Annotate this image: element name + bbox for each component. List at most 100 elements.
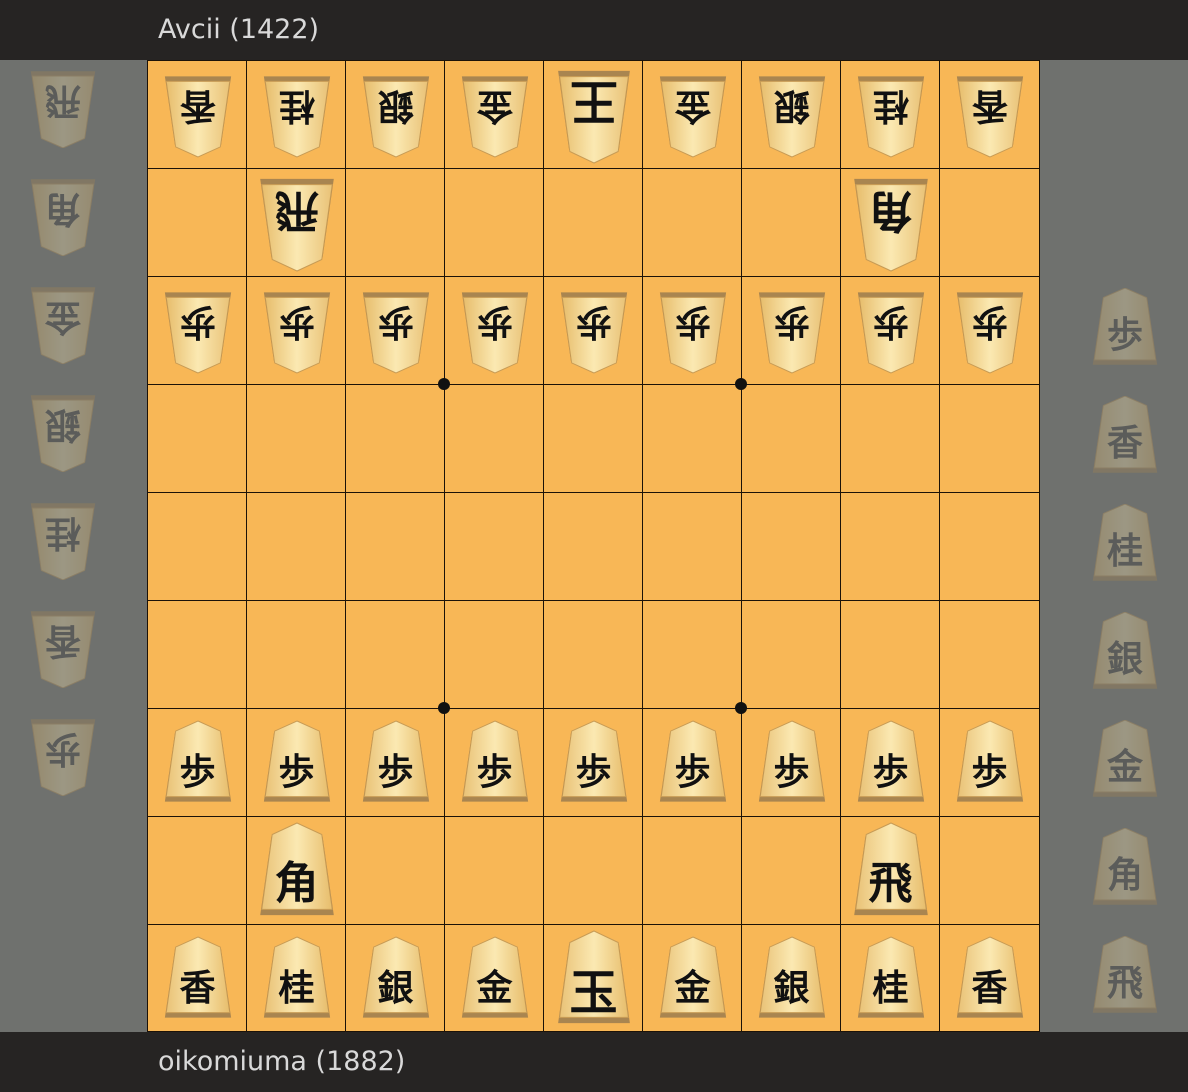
board-square[interactable] <box>346 817 445 925</box>
board-square[interactable] <box>445 493 544 601</box>
opponent-piece[interactable]: 歩 <box>148 277 247 385</box>
opponent-piece[interactable]: 飛 <box>247 169 346 277</box>
opponent-piece[interactable]: 歩 <box>544 277 643 385</box>
board-square[interactable] <box>643 385 742 493</box>
opponent-piece[interactable]: 歩 <box>940 277 1039 385</box>
piece-glyph: 歩 <box>971 751 1008 794</box>
player-hand-area: 歩香桂銀金角飛 <box>1040 60 1188 1032</box>
player-piece[interactable]: 銀 <box>742 925 841 1033</box>
board-square[interactable] <box>940 817 1039 925</box>
player-piece[interactable]: 金 <box>445 925 544 1033</box>
opponent-piece[interactable]: 歩 <box>742 277 841 385</box>
hand-piece-glyph: 桂 <box>1106 530 1143 572</box>
player-piece[interactable]: 玉 <box>544 925 643 1033</box>
opponent-piece[interactable]: 王 <box>544 61 643 169</box>
board-square[interactable] <box>148 601 247 709</box>
board-square[interactable] <box>544 493 643 601</box>
board-square[interactable] <box>643 601 742 709</box>
hand-piece-glyph: 飛 <box>45 80 82 122</box>
board-square[interactable] <box>841 601 940 709</box>
board-square[interactable] <box>742 169 841 277</box>
opponent-piece[interactable]: 桂 <box>247 61 346 169</box>
player-piece[interactable]: 銀 <box>346 925 445 1033</box>
player-piece[interactable]: 歩 <box>940 709 1039 817</box>
opponent-piece[interactable]: 金 <box>643 61 742 169</box>
hand-piece-glyph: 金 <box>45 296 82 338</box>
board-square[interactable] <box>148 169 247 277</box>
board-square[interactable] <box>148 817 247 925</box>
shogi-board[interactable]: 香桂銀金王金銀桂香飛角歩歩歩歩歩歩歩歩歩歩歩歩歩歩歩歩歩歩角飛香桂銀金玉金銀桂香 <box>147 60 1040 1033</box>
player-piece[interactable]: 角 <box>247 817 346 925</box>
player-piece[interactable]: 歩 <box>346 709 445 817</box>
piece-glyph: 角 <box>274 857 319 909</box>
board-square[interactable] <box>742 817 841 925</box>
board-square[interactable] <box>940 169 1039 277</box>
player-piece[interactable]: 桂 <box>841 925 940 1033</box>
board-square[interactable] <box>247 493 346 601</box>
board-square[interactable] <box>346 169 445 277</box>
board-square[interactable] <box>445 169 544 277</box>
board-square[interactable] <box>940 493 1039 601</box>
board-square[interactable] <box>445 385 544 493</box>
player-piece[interactable]: 歩 <box>643 709 742 817</box>
opponent-piece[interactable]: 歩 <box>247 277 346 385</box>
player-piece[interactable]: 金 <box>643 925 742 1033</box>
piece-glyph: 桂 <box>278 967 315 1010</box>
board-square[interactable] <box>346 385 445 493</box>
board-square[interactable] <box>742 601 841 709</box>
opponent-piece[interactable]: 銀 <box>346 61 445 169</box>
player-piece[interactable]: 歩 <box>742 709 841 817</box>
player-piece[interactable]: 歩 <box>544 709 643 817</box>
player-hand-piece: 角 <box>1090 827 1160 908</box>
player-piece[interactable]: 歩 <box>247 709 346 817</box>
board-square[interactable] <box>544 601 643 709</box>
board-square[interactable] <box>445 601 544 709</box>
board-square[interactable] <box>841 385 940 493</box>
opponent-piece[interactable]: 香 <box>148 61 247 169</box>
opponent-piece[interactable]: 香 <box>940 61 1039 169</box>
piece-glyph: 飛 <box>868 857 913 909</box>
board-square[interactable] <box>940 601 1039 709</box>
player-piece[interactable]: 桂 <box>247 925 346 1033</box>
opponent-piece[interactable]: 角 <box>841 169 940 277</box>
piece-glyph: 歩 <box>179 751 216 794</box>
piece-glyph: 金 <box>476 84 513 127</box>
board-square[interactable] <box>544 169 643 277</box>
board-square[interactable] <box>940 385 1039 493</box>
board-square[interactable] <box>148 385 247 493</box>
player-piece[interactable]: 香 <box>940 925 1039 1033</box>
board-square[interactable] <box>346 493 445 601</box>
player-piece[interactable]: 歩 <box>841 709 940 817</box>
piece-glyph: 金 <box>674 84 711 127</box>
opponent-hand-piece: 飛 <box>28 68 98 149</box>
piece-glyph: 玉 <box>569 964 618 1021</box>
piece-glyph: 歩 <box>575 751 612 794</box>
board-square[interactable] <box>643 817 742 925</box>
opponent-piece[interactable]: 金 <box>445 61 544 169</box>
board-square[interactable] <box>841 493 940 601</box>
opponent-piece[interactable]: 銀 <box>742 61 841 169</box>
board-square[interactable] <box>346 601 445 709</box>
board-square[interactable] <box>148 493 247 601</box>
board-square[interactable] <box>643 493 742 601</box>
player-hand-piece: 歩 <box>1090 287 1160 368</box>
player-hand-piece: 桂 <box>1090 503 1160 584</box>
player-piece[interactable]: 香 <box>148 925 247 1033</box>
board-square[interactable] <box>445 817 544 925</box>
board-square[interactable] <box>247 601 346 709</box>
board-square[interactable] <box>247 385 346 493</box>
opponent-piece[interactable]: 歩 <box>841 277 940 385</box>
board-square[interactable] <box>643 169 742 277</box>
opponent-piece[interactable]: 歩 <box>346 277 445 385</box>
board-square[interactable] <box>544 817 643 925</box>
player-piece[interactable]: 飛 <box>841 817 940 925</box>
board-square[interactable] <box>742 385 841 493</box>
opponent-piece[interactable]: 歩 <box>445 277 544 385</box>
player-piece[interactable]: 歩 <box>445 709 544 817</box>
board-square[interactable] <box>544 385 643 493</box>
player-piece[interactable]: 歩 <box>148 709 247 817</box>
opponent-piece[interactable]: 桂 <box>841 61 940 169</box>
opponent-piece[interactable]: 歩 <box>643 277 742 385</box>
piece-glyph: 歩 <box>872 300 909 343</box>
board-square[interactable] <box>742 493 841 601</box>
